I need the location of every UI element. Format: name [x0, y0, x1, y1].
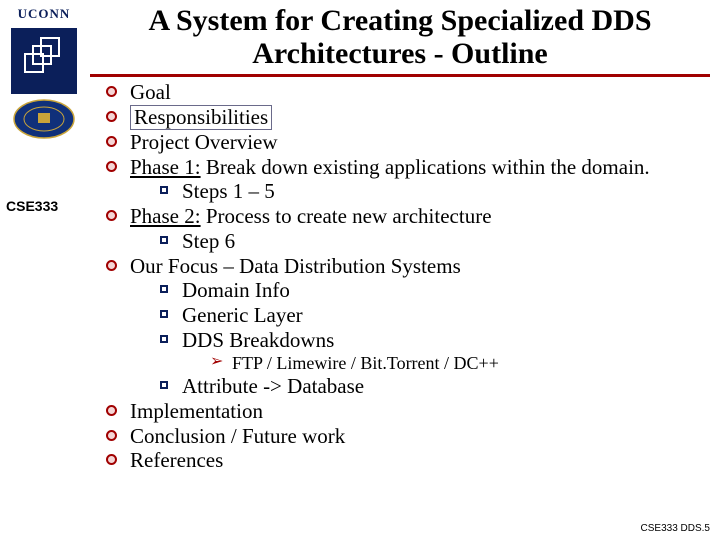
uconn-logo-icon: [11, 28, 77, 94]
outline-item-phase-2: Phase 2: Process to create new architect…: [100, 204, 708, 254]
phase2-text: Process to create new architecture: [201, 204, 492, 228]
phase1-label: Phase 1:: [130, 155, 201, 179]
course-code: CSE333: [6, 198, 58, 214]
focus-generic-layer-label: Generic Layer: [182, 303, 303, 327]
title-divider: [90, 74, 710, 77]
project-overview-label: Project Overview: [130, 130, 278, 154]
outline-item-project-overview: Project Overview: [100, 130, 708, 155]
phase2-label: Phase 2:: [130, 204, 201, 228]
responsibilities-label: Responsibilities: [130, 105, 272, 130]
slide-footer: CSE333 DDS.5: [641, 523, 710, 534]
phase1-text: Break down existing applications within …: [201, 155, 650, 179]
focus-dds-tools: FTP / Limewire / Bit.Torrent / DC++: [210, 353, 708, 374]
title-line-2: Architectures - Outline: [252, 37, 548, 70]
phase1-steps: Steps 1 – 5: [158, 179, 708, 204]
references-label: References: [130, 448, 223, 472]
outline-item-references: References: [100, 448, 708, 473]
phase2-step-label: Step 6: [182, 229, 235, 253]
title-line-1: A System for Creating Specialized DDS: [148, 4, 651, 37]
implementation-label: Implementation: [130, 399, 263, 423]
focus-generic-layer: Generic Layer: [158, 303, 708, 328]
sidebar: UCONN: [8, 6, 80, 142]
outline-item-goal: Goal: [100, 80, 708, 105]
focus-dds-breakdowns: DDS Breakdowns FTP / Limewire / Bit.Torr…: [158, 328, 708, 374]
phase1-steps-label: Steps 1 – 5: [182, 179, 275, 203]
slide-title: A System for Creating Specialized DDS Ar…: [0, 0, 720, 72]
uconn-wordmark: UCONN: [8, 6, 80, 22]
focus-attribute-db: Attribute -> Database: [158, 374, 708, 399]
goal-label: Goal: [130, 80, 171, 104]
dept-seal-icon: [11, 98, 77, 140]
conclusion-label: Conclusion / Future work: [130, 424, 345, 448]
outline-item-implementation: Implementation: [100, 399, 708, 424]
outline-item-conclusion: Conclusion / Future work: [100, 424, 708, 449]
outline-item-phase-1: Phase 1: Break down existing application…: [100, 155, 708, 205]
focus-domain-info: Domain Info: [158, 278, 708, 303]
outline-content: Goal Responsibilities Project Overview P…: [100, 80, 708, 473]
focus-dds-tools-label: FTP / Limewire / Bit.Torrent / DC++: [232, 353, 499, 373]
outline-item-focus: Our Focus – Data Distribution Systems Do…: [100, 254, 708, 399]
focus-dds-breakdowns-label: DDS Breakdowns: [182, 328, 334, 352]
focus-domain-info-label: Domain Info: [182, 278, 290, 302]
focus-attribute-db-label: Attribute -> Database: [182, 374, 364, 398]
focus-label: Our Focus – Data Distribution Systems: [130, 254, 461, 278]
outline-item-responsibilities: Responsibilities: [100, 105, 708, 130]
phase2-step: Step 6: [158, 229, 708, 254]
